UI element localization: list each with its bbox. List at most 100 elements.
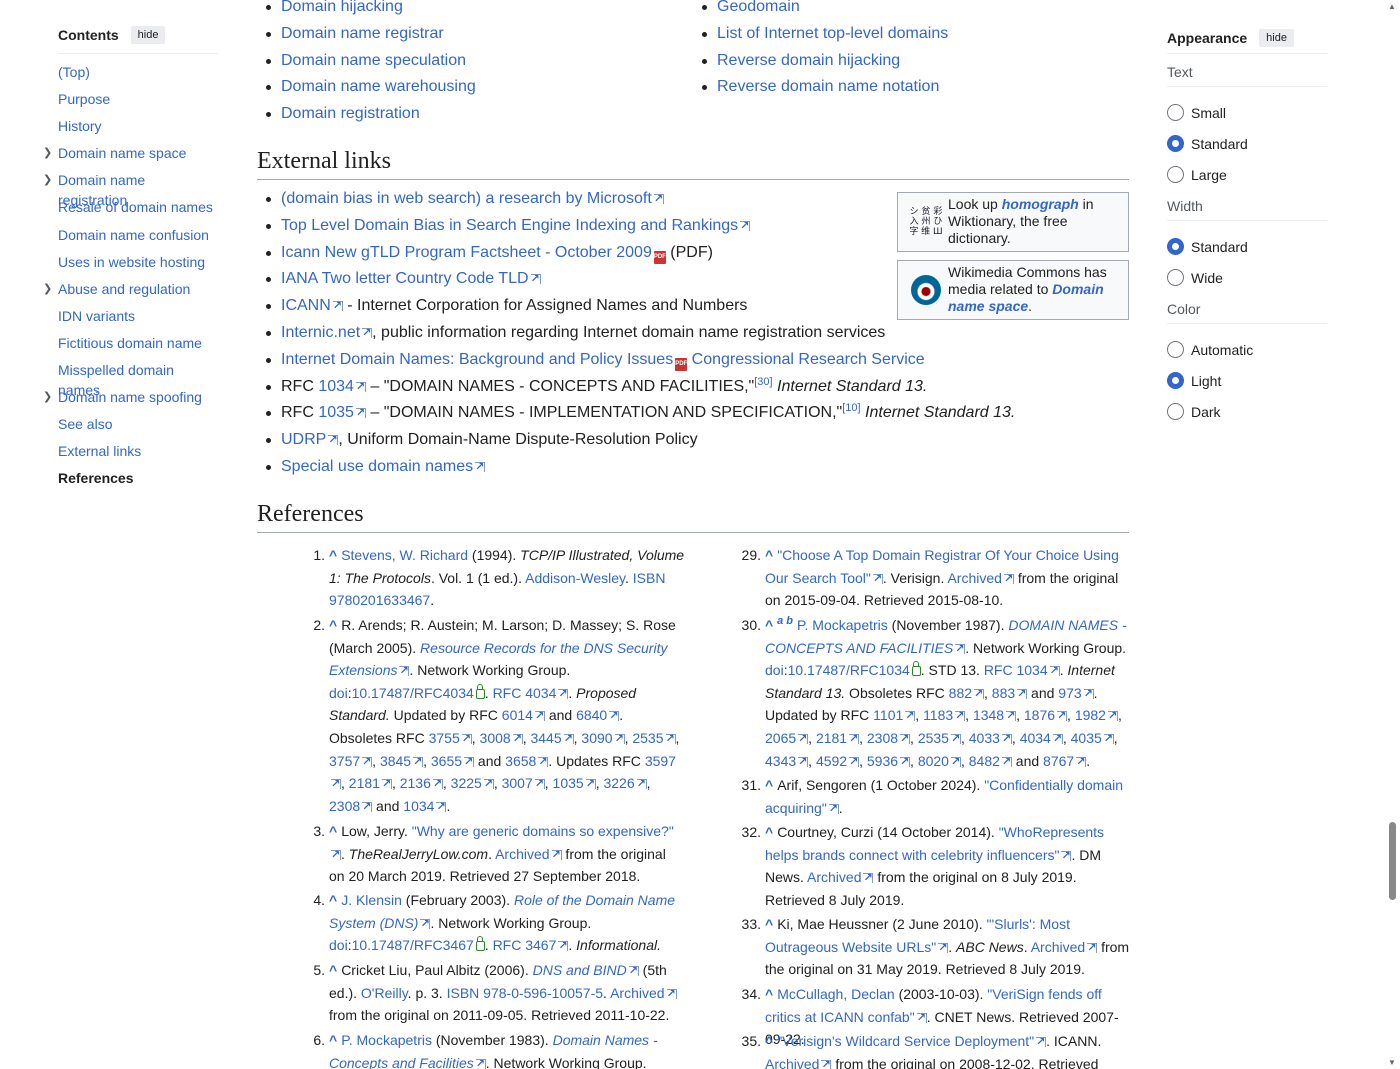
radio-button[interactable] <box>1167 166 1184 183</box>
radio-option[interactable]: Dark <box>1167 396 1327 427</box>
citation-link[interactable]: [10] <box>842 402 860 414</box>
toc-item[interactable]: History <box>58 116 218 143</box>
ref-link[interactable]: 1982 <box>1075 707 1118 723</box>
toc-item[interactable]: (Top) <box>58 62 218 89</box>
ref-link[interactable]: Archived <box>1031 939 1097 955</box>
ref-link[interactable]: ISBN <box>447 985 480 1001</box>
ref-link[interactable]: 3655 <box>431 753 474 769</box>
ref-link[interactable]: 8482 <box>969 753 1012 769</box>
ref-link[interactable]: Resource Records for the DNS Security Ex… <box>329 640 667 679</box>
ref-link[interactable]: 3090 <box>581 730 624 746</box>
chevron-right-icon[interactable]: ❯ <box>43 143 52 163</box>
ref-link[interactable]: 4033 <box>969 730 1012 746</box>
ref-link[interactable]: 2181 <box>816 730 859 746</box>
ref-link[interactable]: O'Reilly <box>361 985 408 1001</box>
ref-link[interactable]: 8767 <box>1043 753 1086 769</box>
ref-link[interactable]: 1348 <box>973 707 1016 723</box>
ref-link[interactable]: doi <box>329 685 348 701</box>
ref-link[interactable]: 6014 <box>502 707 545 723</box>
radio-button[interactable] <box>1167 135 1184 152</box>
ref-link[interactable]: RFC 1034 <box>984 662 1060 678</box>
toc-item[interactable]: References <box>58 468 218 495</box>
ref-link[interactable]: 10.17487/RFC1034 <box>788 662 910 678</box>
radio-option[interactable]: Standard <box>1167 231 1327 262</box>
ref-link[interactable]: 1183 <box>923 707 965 723</box>
ref-link[interactable]: Archived <box>807 869 873 885</box>
external-link[interactable]: Congressional Research Service <box>692 351 925 368</box>
toc-item[interactable]: ❯ Domain name registration <box>43 170 218 208</box>
ref-link[interactable]: Archived <box>947 570 1013 586</box>
ref-link[interactable]: 3845 <box>380 753 423 769</box>
ref-link[interactable]: "Confidentially domain acquiring" <box>765 777 1123 816</box>
appearance-hide-button[interactable]: hide <box>1259 28 1294 47</box>
see-also-link[interactable]: Domain name warehousing <box>281 78 476 95</box>
scrollbar[interactable]: ▲ ▼ <box>1385 0 1400 1069</box>
toc-item[interactable]: See also <box>58 414 218 441</box>
see-also-link[interactable]: Geodomain <box>717 0 800 15</box>
see-also-link[interactable]: Domain hijacking <box>281 0 403 15</box>
ref-link[interactable]: 3225 <box>451 775 494 791</box>
ref-link[interactable]: 4035 <box>1071 730 1114 746</box>
ref-link[interactable]: 4343 <box>765 753 808 769</box>
chevron-right-icon[interactable]: ❯ <box>43 170 52 190</box>
citation-link[interactable]: [30] <box>754 376 772 388</box>
radio-option[interactable]: Wide <box>1167 262 1327 293</box>
ref-link[interactable]: 1035 <box>553 775 596 791</box>
ref-link[interactable]: 2308 <box>867 730 910 746</box>
toc-item[interactable]: ❯ Domain name space <box>43 143 218 170</box>
external-link[interactable]: (domain bias in web search) a research b… <box>281 190 664 207</box>
toc-item[interactable]: Misspelled domain names <box>58 360 218 398</box>
external-link[interactable]: Special use domain names <box>281 458 485 475</box>
external-link[interactable]: Internet Domain Names: Background and Po… <box>281 351 673 368</box>
ref-link[interactable]: 2308 <box>329 798 372 814</box>
ref-link[interactable]: 1876 <box>1024 707 1067 723</box>
ref-link[interactable]: 978-0-596-10057-5 <box>483 985 603 1001</box>
ref-link[interactable]: 4034 <box>1020 730 1063 746</box>
radio-option[interactable]: Standard <box>1167 128 1327 159</box>
ref-link[interactable]: Archived <box>610 985 676 1001</box>
ref-link[interactable]: 3226 <box>603 775 646 791</box>
ref-link[interactable]: DNS and BIND <box>533 962 639 978</box>
ref-link[interactable]: P. Mockapetris <box>797 617 888 633</box>
ref-link[interactable]: ISBN <box>633 570 666 586</box>
external-link[interactable]: Top Level Domain Bias in Search Engine I… <box>281 217 750 234</box>
ref-link[interactable]: 10.17487/RFC4034 <box>352 685 474 701</box>
ref-link[interactable]: 973 <box>1058 685 1093 701</box>
radio-option[interactable]: Small <box>1167 97 1327 128</box>
ref-link[interactable]: "Choose A Top Domain Registrar Of Your C… <box>765 547 1119 586</box>
ref-link[interactable]: "'Slurls': Most Outrageous Website URLs" <box>765 916 1070 955</box>
ref-link[interactable]: RFC 3467 <box>493 937 569 953</box>
radio-button[interactable] <box>1167 341 1184 358</box>
see-also-link[interactable]: List of Internet top-level domains <box>717 25 948 42</box>
ref-link[interactable]: 1101 <box>873 707 915 723</box>
ref-link[interactable]: doi <box>765 662 784 678</box>
external-link[interactable]: Internic.net <box>281 324 372 341</box>
ref-link[interactable]: 2065 <box>765 730 808 746</box>
ref-link[interactable]: Addison-Wesley <box>525 570 625 586</box>
ref-link[interactable]: 2181 <box>349 775 392 791</box>
ref-link[interactable]: 3445 <box>530 730 573 746</box>
see-also-link[interactable]: Reverse domain name notation <box>717 78 939 95</box>
ref-link[interactable]: P. Mockapetris <box>341 1032 432 1048</box>
ref-link[interactable]: Stevens, W. Richard <box>341 547 468 563</box>
toc-hide-button[interactable]: hide <box>130 25 166 44</box>
scroll-up-icon[interactable]: ▲ <box>1388 2 1396 11</box>
rfc-link[interactable]: 1035 <box>318 404 366 421</box>
see-also-link[interactable]: Domain name speculation <box>281 52 466 69</box>
ref-link[interactable]: 10.17487/RFC3467 <box>352 937 474 953</box>
chevron-right-icon[interactable]: ❯ <box>43 387 52 407</box>
rfc-link[interactable]: 1034 <box>318 378 366 395</box>
ref-link[interactable]: 3007 <box>502 775 545 791</box>
ref-link[interactable]: RFC 4034 <box>493 685 569 701</box>
toc-item[interactable]: Resale of domain names <box>58 197 218 224</box>
see-also-link[interactable]: Domain registration <box>281 105 420 122</box>
ref-link[interactable]: doi <box>329 937 348 953</box>
radio-button[interactable] <box>1167 104 1184 121</box>
ref-link[interactable]: 8020 <box>918 753 961 769</box>
ref-link[interactable]: 2535 <box>918 730 961 746</box>
external-link[interactable]: ICANN <box>281 297 343 314</box>
toc-item[interactable]: ❯ Domain name spoofing <box>43 387 218 414</box>
ref-link[interactable]: 2535 <box>632 730 675 746</box>
ref-link[interactable]: 6840 <box>576 707 619 723</box>
ref-link[interactable]: 4592 <box>816 753 859 769</box>
